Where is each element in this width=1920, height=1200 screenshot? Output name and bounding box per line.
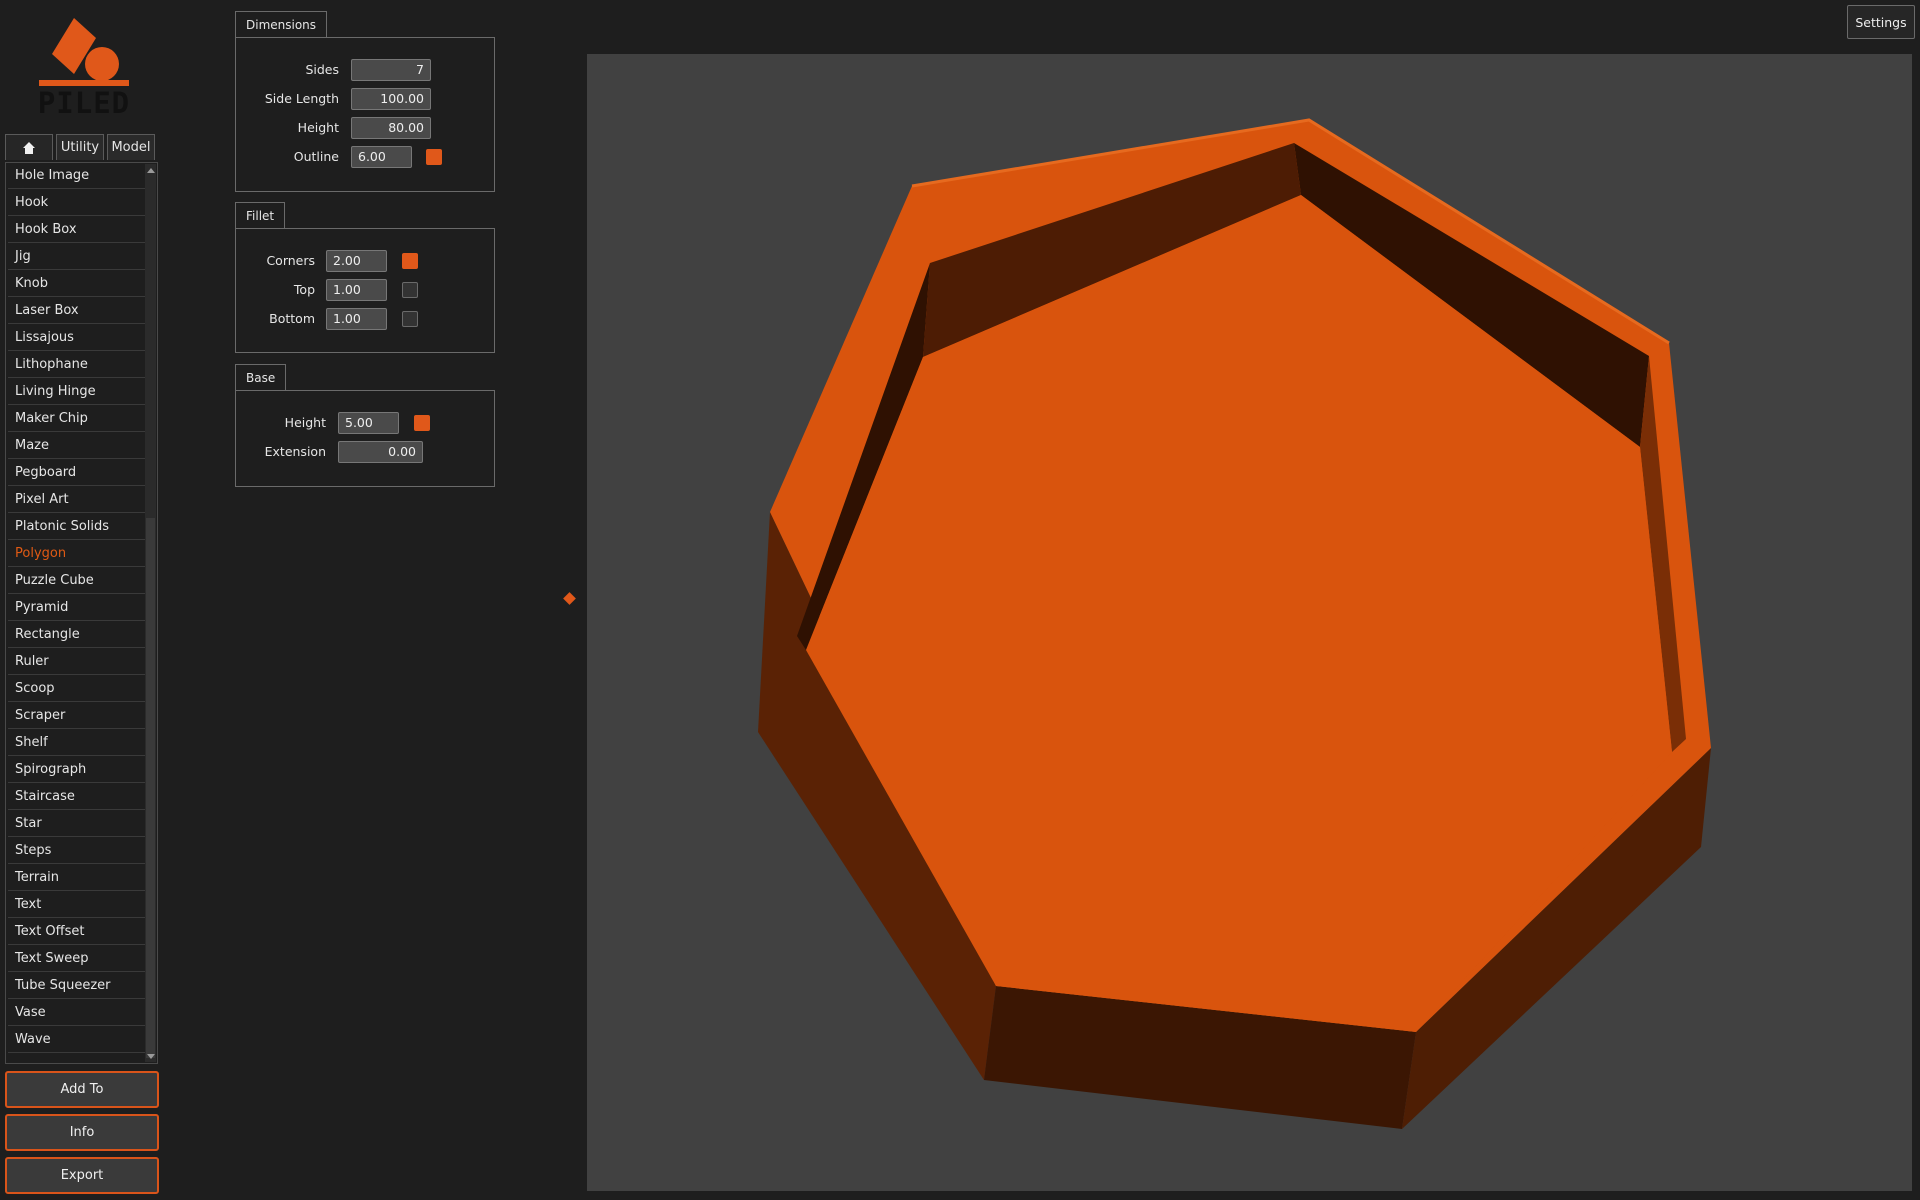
list-item-rectangle[interactable]: Rectangle xyxy=(8,622,146,648)
settings-button[interactable]: Settings xyxy=(1847,5,1915,39)
list-item-maze[interactable]: Maze xyxy=(8,433,146,459)
scroll-up-arrow-icon[interactable] xyxy=(145,164,156,176)
home-icon xyxy=(23,141,35,154)
list-item-spirograph[interactable]: Spirograph xyxy=(8,757,146,783)
list-item-maker-chip[interactable]: Maker Chip xyxy=(8,406,146,432)
list-item-jig[interactable]: Jig xyxy=(8,244,146,270)
bottom-label: Bottom xyxy=(269,311,315,326)
viewport-marker-icon[interactable] xyxy=(563,592,576,605)
top-checkbox[interactable] xyxy=(402,282,418,298)
corners-field[interactable]: 2.00 xyxy=(326,250,387,272)
model-list[interactable]: Hole Image Hook Hook Box Jig Knob Laser Box Li… xyxy=(5,162,158,1064)
list-item-tube-squeezer[interactable]: Tube Squeezer xyxy=(8,973,146,999)
list-item-pyramid[interactable]: Pyramid xyxy=(8,595,146,621)
side-length-label: Side Length xyxy=(264,91,339,106)
list-item-pixel-art[interactable]: Pixel Art xyxy=(8,487,146,513)
sides-label: Sides xyxy=(305,62,339,77)
list-item-scraper[interactable]: Scraper xyxy=(8,703,146,729)
list-item-wave[interactable]: Wave xyxy=(8,1027,146,1053)
list-item-text-offset[interactable]: Text Offset xyxy=(8,919,146,945)
list-item-hole-image[interactable]: Hole Image xyxy=(8,163,146,189)
list-item-star[interactable]: Star xyxy=(8,811,146,837)
list-item-laser-box[interactable]: Laser Box xyxy=(8,298,146,324)
list-item-hook-box[interactable]: Hook Box xyxy=(8,217,146,243)
dimensions-panel-tab: Dimensions xyxy=(235,11,328,37)
outline-field[interactable]: 6.00 xyxy=(351,146,412,168)
base-panel-tab: Base xyxy=(235,364,287,390)
list-item-living-hinge[interactable]: Living Hinge xyxy=(8,379,146,405)
3d-viewport[interactable] xyxy=(587,54,1912,1191)
outline-checkbox[interactable] xyxy=(426,149,442,165)
list-item-terrain[interactable]: Terrain xyxy=(8,865,146,891)
list-item-steps[interactable]: Steps xyxy=(8,838,146,864)
list-item-hook[interactable]: Hook xyxy=(8,190,146,216)
info-button[interactable]: Info xyxy=(5,1114,159,1151)
bottom-checkbox[interactable] xyxy=(402,311,418,327)
top-field[interactable]: 1.00 xyxy=(326,279,387,301)
list-item-puzzle-cube[interactable]: Puzzle Cube xyxy=(8,568,146,594)
outline-label: Outline xyxy=(293,149,339,164)
corners-checkbox[interactable] xyxy=(402,253,418,269)
list-item-platonic-solids[interactable]: Platonic Solids xyxy=(8,514,146,540)
tab-model[interactable]: Model xyxy=(107,134,155,160)
list-item-shelf[interactable]: Shelf xyxy=(8,730,146,756)
extension-label: Extension xyxy=(264,444,326,459)
add-to-button[interactable]: Add To xyxy=(5,1071,159,1108)
top-label: Top xyxy=(293,282,315,297)
list-item-knob[interactable]: Knob xyxy=(8,271,146,297)
base-height-field[interactable]: 5.00 xyxy=(338,412,399,434)
list-item-pegboard[interactable]: Pegboard xyxy=(8,460,146,486)
extension-field[interactable]: 0.00 xyxy=(338,441,423,463)
polygon-model xyxy=(758,118,1711,1129)
tab-home[interactable] xyxy=(5,134,53,160)
list-item-text-sweep[interactable]: Text Sweep xyxy=(8,946,146,972)
tab-utility[interactable]: Utility xyxy=(56,134,104,160)
app-logo: PILED xyxy=(34,14,134,120)
sides-field[interactable]: 7 xyxy=(351,59,431,81)
corners-label: Corners xyxy=(266,253,315,268)
height-field[interactable]: 80.00 xyxy=(351,117,431,139)
base-height-checkbox[interactable] xyxy=(414,415,430,431)
fillet-panel-tab: Fillet xyxy=(235,202,286,228)
side-length-field[interactable]: 100.00 xyxy=(351,88,431,110)
list-item-scoop[interactable]: Scoop xyxy=(8,676,146,702)
list-scrollbar-thumb[interactable] xyxy=(146,518,155,1058)
scroll-down-arrow-icon[interactable] xyxy=(145,1050,156,1062)
svg-text:PILED: PILED xyxy=(38,86,130,119)
list-item-ruler[interactable]: Ruler xyxy=(8,649,146,675)
list-item-vase[interactable]: Vase xyxy=(8,1000,146,1026)
list-item-lithophane[interactable]: Lithophane xyxy=(8,352,146,378)
list-item-text[interactable]: Text xyxy=(8,892,146,918)
list-item-staircase[interactable]: Staircase xyxy=(8,784,146,810)
height-label: Height xyxy=(297,120,339,135)
base-panel xyxy=(235,390,495,487)
bottom-field[interactable]: 1.00 xyxy=(326,308,387,330)
list-item-lissajous[interactable]: Lissajous xyxy=(8,325,146,351)
export-button[interactable]: Export xyxy=(5,1157,159,1194)
base-height-label: Height xyxy=(284,415,326,430)
list-item-polygon[interactable]: Polygon xyxy=(8,541,146,567)
